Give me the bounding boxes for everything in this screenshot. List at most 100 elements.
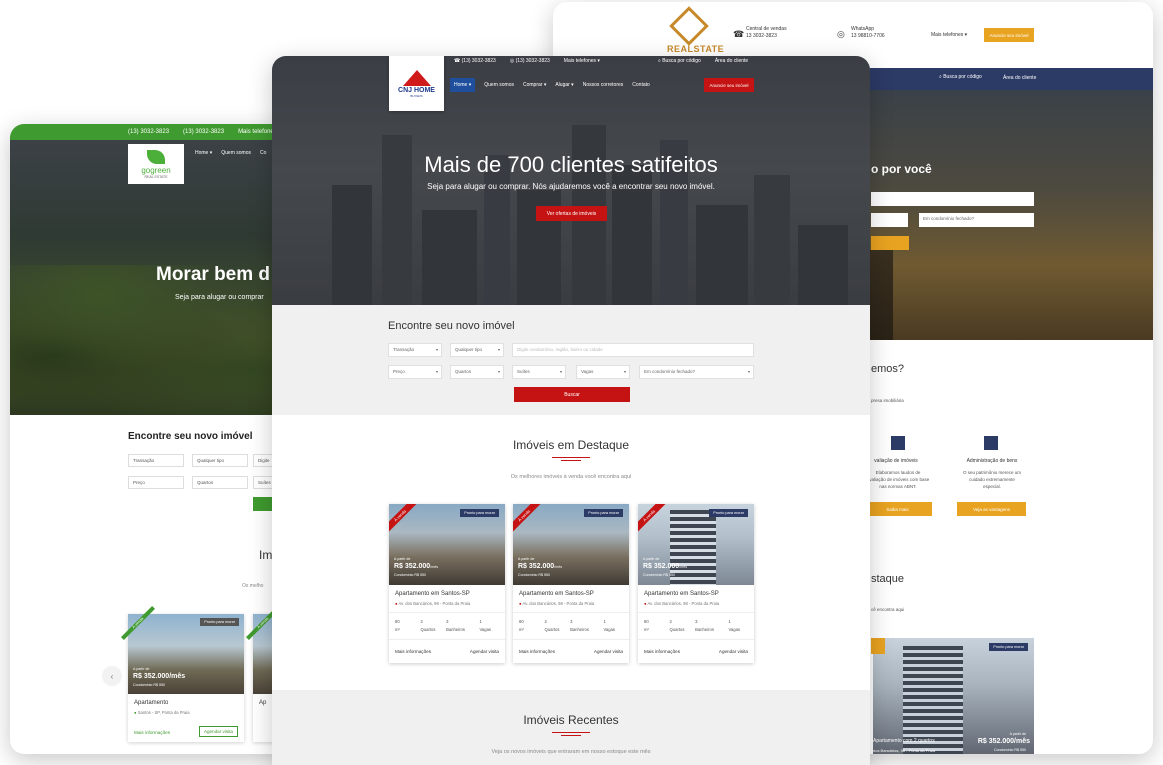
more-phones-link[interactable]: Mais telefones: [238, 129, 277, 135]
price-unit: /mês: [679, 565, 687, 569]
address-text: Av. dos Bancários, 98 - Ponta da Praia: [647, 601, 720, 606]
site-logo[interactable]: gogreen REAL ESTATE: [128, 144, 184, 184]
more-info-link[interactable]: Mais informações: [395, 649, 431, 654]
condo-select[interactable]: Em condomínio fechado? ▾: [639, 365, 754, 379]
advertise-property-button[interactable]: Anuncie seu imóvel: [984, 28, 1034, 42]
bathrooms-spec: 3 Banheiros: [446, 613, 479, 639]
property-card[interactable]: Pronto para morar À venda A partir de R$…: [389, 504, 505, 663]
phone-link[interactable]: (13) 3032-3823: [183, 129, 224, 135]
filter-select[interactable]: [871, 213, 908, 227]
top-bar-right: ⌕ Busca por código Área do cliente: [658, 58, 748, 64]
site-logo[interactable]: CNJ HOME BUYERS: [389, 56, 444, 111]
advertise-property-button[interactable]: Anuncie seu imóvel: [704, 78, 754, 92]
nav-contact[interactable]: Contato: [632, 82, 650, 88]
contact-phone: 13 98810-7706: [851, 33, 885, 39]
spec-value: 2: [420, 619, 423, 624]
phone-text: (13) 3032-3823: [461, 58, 496, 64]
select-value: Suítes: [517, 369, 530, 374]
parking-select[interactable]: Vagas ▾: [576, 365, 630, 379]
price-prefix: A partir de: [1009, 732, 1026, 736]
more-info-link[interactable]: Mais informações: [519, 649, 555, 654]
search-title: Encontre seu novo imóvel: [128, 431, 253, 442]
status-badge: Pronto para morar: [709, 509, 748, 517]
property-address: ● Av. dos Bancários, 98 - Ponta da Praia: [519, 601, 594, 606]
price-select[interactable]: Preço ▾: [388, 365, 442, 379]
search-by-code-link[interactable]: ⌕ Busca por código: [939, 74, 982, 80]
more-info-link[interactable]: Mais informações: [644, 649, 680, 654]
title-divider: [552, 732, 590, 733]
nav-about[interactable]: Quem somos: [484, 82, 514, 88]
transaction-select[interactable]: Transação ▾: [388, 343, 442, 357]
carousel-prev-button[interactable]: ‹: [102, 666, 122, 686]
logo-text[interactable]: REALSTATE: [667, 44, 724, 54]
about-subtitle: presa imobiliária: [871, 398, 904, 403]
phone-link[interactable]: (13) 3032-3823: [128, 129, 169, 135]
more-phones-dropdown[interactable]: Mais telefones ▾: [931, 32, 967, 39]
property-image: Pronto para morar À venda A partir de R$…: [389, 504, 505, 585]
hero-background-image: [10, 265, 310, 415]
learn-more-button[interactable]: Saiba mais: [863, 502, 932, 516]
nav-home[interactable]: Home ▾: [450, 78, 476, 92]
nav-buy[interactable]: Comprar ▾: [523, 82, 546, 88]
search-button[interactable]: [871, 236, 909, 250]
type-select[interactable]: Qualquer tipo ▾: [450, 343, 504, 357]
client-area-link[interactable]: Área do cliente: [715, 58, 748, 64]
phone-text: (13) 3032-3823: [515, 58, 550, 64]
hero-title: Morar bem d: [156, 264, 271, 285]
schedule-visit-link[interactable]: Agendar visita: [719, 649, 748, 654]
bedrooms-select[interactable]: Quartos: [192, 476, 248, 489]
property-title[interactable]: Apartamento em Santos-SP: [519, 591, 594, 597]
schedule-visit-link[interactable]: Agendar visita: [594, 649, 623, 654]
whatsapp-link[interactable]: ◎ (13) 3032-3823: [510, 58, 550, 64]
see-benefits-button[interactable]: Veja as vantagens: [957, 502, 1026, 516]
sales-contact[interactable]: ☎ Central de vendas 13 3032-3823: [733, 26, 787, 40]
parking-spec: 1 Vagas: [728, 613, 754, 639]
condo-select[interactable]: Em condomínio fechado?: [919, 213, 1034, 227]
spec-value: 1: [728, 619, 731, 624]
transaction-select[interactable]: Transação: [128, 454, 184, 467]
whatsapp-contact[interactable]: ◎ WhatsApp 13 98810-7706: [837, 26, 885, 40]
phone-link[interactable]: ☎ (13) 3032-3823: [454, 58, 496, 64]
service-title: valiação de imóveis: [874, 458, 918, 464]
search-by-code-link[interactable]: ⌕ Busca por código: [658, 58, 701, 64]
nav-item[interactable]: Co: [260, 150, 266, 156]
suites-select[interactable]: Suítes ▾: [512, 365, 566, 379]
location-search-input[interactable]: Digite condomínio, região, bairro ou cid…: [512, 343, 754, 357]
search-button[interactable]: Buscar: [514, 387, 630, 402]
more-info-link[interactable]: Mais informações: [134, 730, 170, 735]
nav-agents[interactable]: Nossos corretores: [583, 82, 624, 88]
property-title[interactable]: Apartamento em Santos-SP: [395, 591, 470, 597]
client-area-link[interactable]: Área do cliente: [1003, 75, 1036, 81]
status-badge: Pronto para morar: [460, 509, 499, 517]
property-address: ● Santos - SP, Ponta da Praia: [134, 710, 190, 715]
nav-rent[interactable]: Alugar ▾: [555, 82, 573, 88]
property-card[interactable]: Pronto para morar À venda A partir de R$…: [638, 504, 754, 663]
property-card[interactable]: Pronto para morar A partir de R$ 352.000…: [871, 638, 1034, 754]
spec-value: 3: [695, 619, 698, 624]
bedrooms-spec: 2 Quartos: [421, 613, 447, 639]
service-text: O seu patrimônio merece um cuidado extre…: [962, 470, 1022, 489]
price: R$ 352.000/mês: [394, 563, 438, 570]
bedrooms-select[interactable]: Quartos ▾: [450, 365, 504, 379]
price-select[interactable]: Preço: [128, 476, 184, 489]
property-title[interactable]: Apartamento em Santos-SP: [644, 591, 719, 597]
bathrooms-spec: 3 Banheiros: [570, 613, 603, 639]
type-select[interactable]: Qualquer tipo: [192, 454, 248, 467]
property-card[interactable]: Pronto para morar À venda A partir de R$…: [513, 504, 629, 663]
area-spec: 80 m²: [519, 613, 545, 639]
spec-value: 3: [570, 619, 573, 624]
more-phones-dropdown[interactable]: Mais telefones ▾: [564, 58, 600, 64]
property-card[interactable]: Pronto para morar À venda A partir de R$…: [121, 606, 244, 742]
schedule-visit-button[interactable]: Agendar visita: [198, 726, 238, 737]
price-prefix: A partir de: [133, 667, 150, 671]
spec-label: Quartos: [544, 626, 560, 632]
nav-about[interactable]: Quem somos: [221, 150, 251, 156]
hexagon-logo-icon[interactable]: [669, 6, 709, 46]
price-unit: /mês: [554, 565, 562, 569]
spec-label: Vagas: [479, 626, 492, 632]
schedule-visit-link[interactable]: Agendar visita: [470, 649, 499, 654]
view-offers-button[interactable]: Ver ofertas de imóveis: [536, 206, 607, 221]
address-text: Av. dos Bancários, 98 - Ponta da Praia: [522, 601, 595, 606]
search-input[interactable]: [871, 192, 1034, 206]
nav-home[interactable]: Home ▾: [195, 150, 212, 156]
